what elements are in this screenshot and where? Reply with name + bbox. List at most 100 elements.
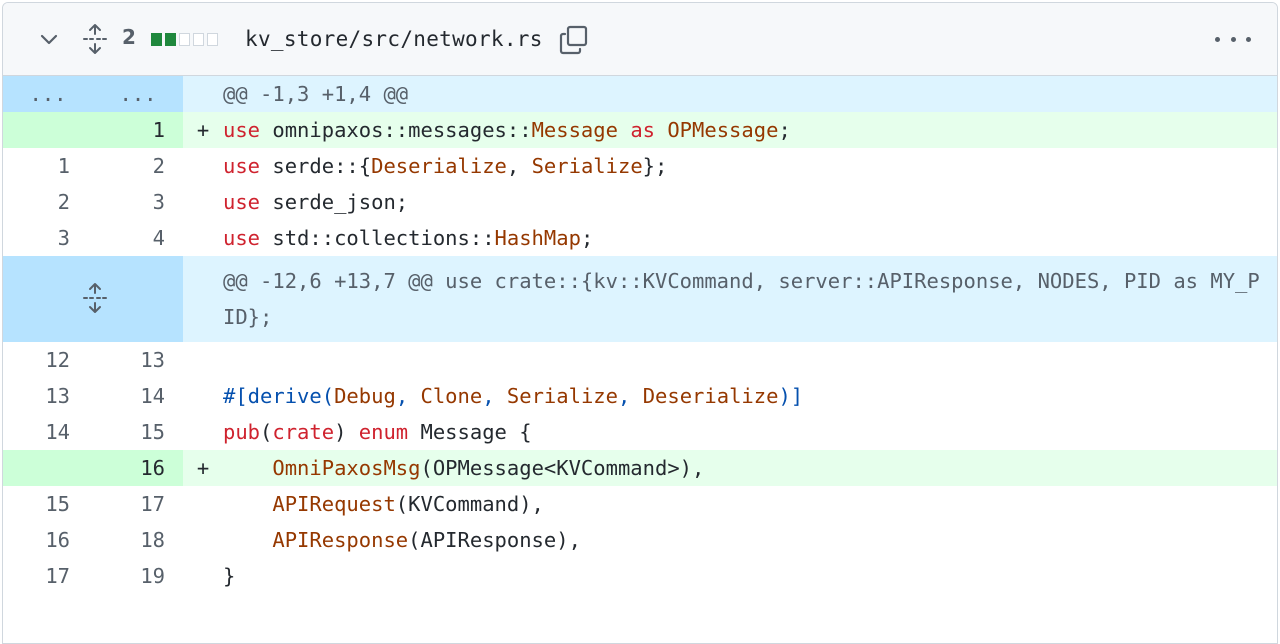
hunk-header: ... ... @@ -1,3 +1,4 @@: [3, 76, 1277, 112]
diff-marker: [183, 342, 223, 378]
code-token: enum: [358, 420, 409, 444]
code-line: use serde::{Deserialize, Serialize};: [223, 148, 1277, 184]
code-line: OmniPaxosMsg(OPMessage<KVCommand>),: [223, 450, 1277, 486]
diff-marker: [183, 522, 223, 558]
diff-marker: [183, 414, 223, 450]
diff-line: 1 2 use serde::{Deserialize, Serialize};: [3, 148, 1277, 184]
new-line-number[interactable]: 3: [93, 184, 183, 220]
code-token: omnipaxos::messages::: [260, 118, 532, 142]
diff-marker: [183, 220, 223, 256]
code-token: pub: [223, 420, 261, 444]
diff-lines: 1 + use omnipaxos::messages::Message as OP…: [3, 112, 1277, 256]
code-token: (OPMessage<KVCommand>),: [420, 456, 705, 480]
code-token: ;: [580, 226, 594, 250]
new-line-number[interactable]: 4: [93, 220, 183, 256]
code-token: ,: [482, 384, 507, 408]
diff-line-added: 1 + use omnipaxos::messages::Message as OP…: [3, 112, 1277, 148]
diff-marker: [183, 558, 223, 594]
diff-line: 15 17 APIRequest(KVCommand),: [3, 486, 1277, 522]
code-token: std::collections::: [260, 226, 495, 250]
code-line: use std::collections::HashMap;: [223, 220, 1277, 256]
hunk-header-text: @@ -12,6 +13,7 @@ use crate::{kv::KVComm…: [223, 269, 1260, 329]
old-line-number[interactable]: 14: [3, 414, 93, 450]
diff-marker: +: [196, 456, 210, 480]
diff-line: 12 13: [3, 342, 1277, 378]
new-line-number[interactable]: 15: [93, 414, 183, 450]
diff-lines: 12 13 13 14 #[derive(Debug, Clone, Serialize…: [3, 342, 1277, 594]
old-line-number[interactable]: 13: [3, 378, 93, 414]
code-line: use serde_json;: [223, 184, 1277, 220]
code-token: (APIResponse),: [408, 528, 581, 552]
code-token: serde_json;: [260, 190, 409, 214]
diffstat-block: [151, 33, 162, 46]
old-line-number[interactable]: [3, 112, 93, 148]
code-token: (: [260, 420, 273, 444]
code-token: (KVCommand),: [395, 492, 544, 516]
new-line-number[interactable]: 17: [93, 486, 183, 522]
new-line-number[interactable]: 16: [93, 450, 183, 486]
diff-marker: [183, 378, 223, 414]
old-line-number[interactable]: 16: [3, 522, 93, 558]
code-line: pub(crate) enum Message {: [223, 414, 1277, 450]
new-line-number[interactable]: 18: [93, 522, 183, 558]
expand-hunk-button[interactable]: [3, 256, 183, 342]
diff-marker: [183, 184, 223, 220]
kebab-horizontal-icon[interactable]: [1215, 27, 1251, 51]
diffstat-block: [193, 33, 204, 46]
new-line-number[interactable]: 2: [93, 148, 183, 184]
code-line: APIRequest(KVCommand),: [223, 486, 1277, 522]
code-token: ,: [395, 384, 421, 408]
old-line-number[interactable]: 15: [3, 486, 93, 522]
code-token: };: [642, 154, 668, 178]
unfold-icon: [83, 283, 107, 313]
code-token: as: [630, 118, 655, 142]
diff-line: 3 4 use std::collections::HashMap;: [3, 220, 1277, 256]
code-token: use: [223, 154, 261, 178]
diffstat-block: [207, 33, 218, 46]
diff-marker: +: [196, 118, 210, 142]
code-line: #[derive(Debug, Clone, Serialize, Deseri…: [223, 378, 1277, 414]
code-token: use: [223, 190, 261, 214]
code-token: ,: [618, 384, 643, 408]
new-line-number[interactable]: 1: [93, 112, 183, 148]
old-line-number[interactable]: 17: [3, 558, 93, 594]
old-line-number[interactable]: 12: [3, 342, 93, 378]
diff-line: 2 3 use serde_json;: [3, 184, 1277, 220]
code-line: APIResponse(APIResponse),: [223, 522, 1277, 558]
code-token: ;: [778, 118, 791, 142]
old-line-number[interactable]: 3: [3, 220, 93, 256]
file-name[interactable]: kv_store/src/network.rs: [245, 27, 543, 51]
diff-line: 17 19}: [3, 558, 1277, 594]
expand-up-old[interactable]: ...: [3, 76, 93, 112]
code-token: APIRequest: [272, 492, 396, 516]
diffstat: [151, 33, 218, 46]
code-token: crate: [272, 420, 335, 444]
code-token: #[derive(: [223, 384, 335, 408]
code-token: ,: [506, 154, 532, 178]
diff-line: 16 18 APIResponse(APIResponse),: [3, 522, 1277, 558]
diffstat-block: [165, 33, 176, 46]
copy-icon[interactable]: [559, 25, 589, 55]
chevron-down-icon[interactable]: [37, 27, 61, 51]
code-token: Deserialize: [642, 384, 779, 408]
code-token: APIResponse: [272, 528, 409, 552]
new-line-number[interactable]: 14: [93, 378, 183, 414]
old-line-number[interactable]: [3, 450, 93, 486]
old-line-number[interactable]: 1: [3, 148, 93, 184]
expand-up-new[interactable]: ...: [93, 76, 183, 112]
new-line-number[interactable]: 13: [93, 342, 183, 378]
diff-marker: [183, 148, 223, 184]
old-line-number[interactable]: 2: [3, 184, 93, 220]
code-token: use: [223, 226, 261, 250]
unfold-icon[interactable]: [81, 23, 109, 55]
diff-line: 13 14 #[derive(Debug, Clone, Serialize, De…: [3, 378, 1277, 414]
code-token: serde::{: [260, 154, 372, 178]
new-line-number[interactable]: 19: [93, 558, 183, 594]
code-line: }: [223, 558, 1277, 594]
code-token: ): [334, 420, 359, 444]
